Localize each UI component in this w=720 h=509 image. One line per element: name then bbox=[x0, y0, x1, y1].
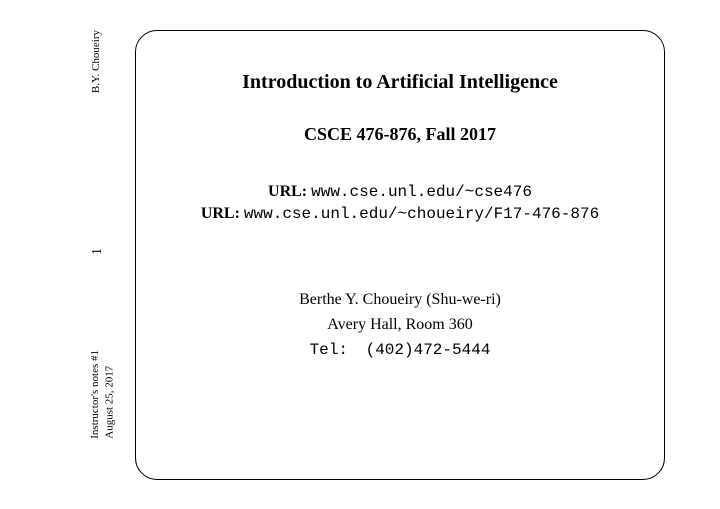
course-code: CSCE 476-876, Fall 2017 bbox=[156, 124, 644, 145]
tel-line: Tel: (402)472-5444 bbox=[156, 338, 644, 363]
url-line-2: URL: www.cse.unl.edu/~choueiry/F17-476-8… bbox=[156, 205, 644, 223]
tel-value: (402)472-5444 bbox=[366, 341, 491, 359]
url-1: www.cse.unl.edu/~cse476 bbox=[311, 183, 532, 201]
page-number: 1 bbox=[90, 248, 106, 255]
tel-label: Tel: bbox=[310, 341, 348, 359]
instructor-name: Berthe Y. Choueiry (Shu-we-ri) bbox=[156, 288, 644, 313]
slide-frame: Introduction to Artificial Intelligence … bbox=[135, 30, 665, 480]
url-block: URL: www.cse.unl.edu/~cse476 URL: www.cs… bbox=[156, 183, 644, 223]
url-line-1: URL: www.cse.unl.edu/~cse476 bbox=[156, 183, 644, 201]
url-label: URL: bbox=[268, 183, 307, 200]
footer-date: August 25, 2017 bbox=[103, 366, 115, 439]
sidebar-footer: Instructor's notes #1 August 25, 2017 bbox=[88, 350, 117, 439]
url-label: URL: bbox=[201, 205, 240, 222]
slide-title: Introduction to Artificial Intelligence bbox=[156, 71, 644, 94]
sidebar-author: B.Y. Choueiry bbox=[90, 30, 102, 93]
instructor-block: Berthe Y. Choueiry (Shu-we-ri) Avery Hal… bbox=[156, 288, 644, 362]
footer-notes: Instructor's notes #1 bbox=[89, 350, 101, 439]
instructor-office: Avery Hall, Room 360 bbox=[156, 313, 644, 338]
url-2: www.cse.unl.edu/~choueiry/F17-476-876 bbox=[244, 205, 599, 223]
